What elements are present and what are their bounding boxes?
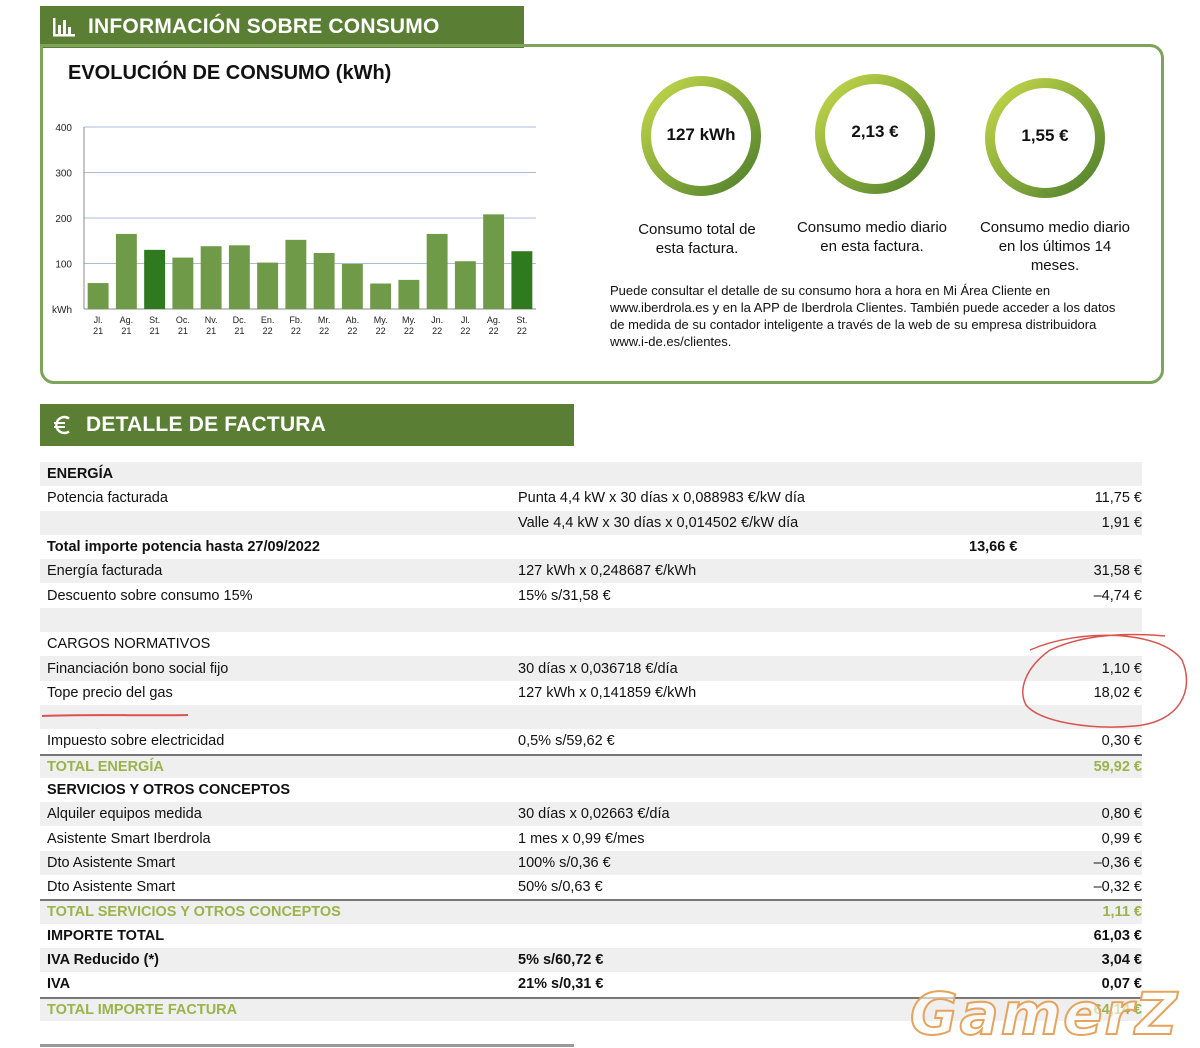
watermark-logo: GamerZ xyxy=(909,979,1180,1048)
hand-annotations xyxy=(41,633,1188,728)
annotation-circle xyxy=(1022,633,1188,728)
annotation-underline xyxy=(41,714,189,717)
bottom-divider xyxy=(40,1044,574,1047)
